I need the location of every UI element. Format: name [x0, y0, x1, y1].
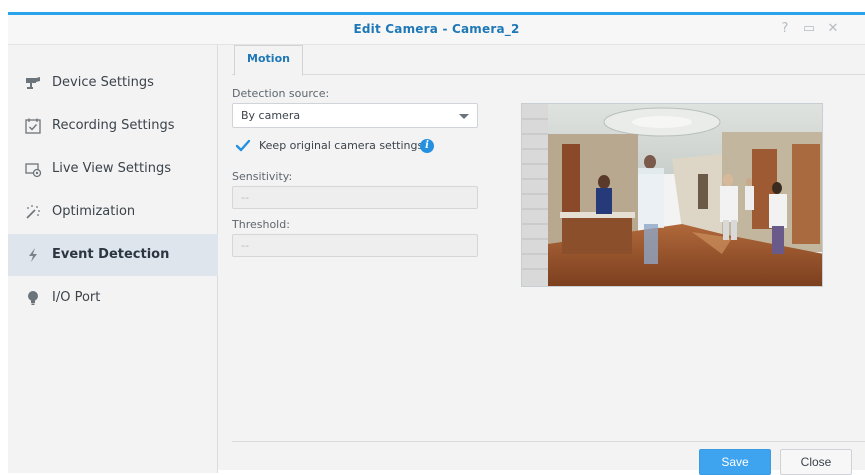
keep-original-checkbox[interactable]: [235, 139, 251, 153]
bulb-icon: [28, 291, 38, 305]
calendar-check-icon: [25, 118, 41, 134]
sidebar-item-event-detection[interactable]: Event Detection: [8, 234, 218, 276]
sidebar-item-label: Recording Settings: [52, 118, 175, 133]
lightning-icon: [29, 248, 37, 262]
save-button[interactable]: Save: [699, 449, 771, 475]
detection-source-value: By camera: [241, 109, 301, 122]
sensitivity-label: Sensitivity:: [232, 170, 293, 183]
sidebar-item-live-view-settings[interactable]: Live View Settings: [8, 148, 218, 190]
window-title: Edit Camera - Camera_2: [353, 22, 520, 36]
sidebar-item-label: Optimization: [52, 204, 136, 219]
sidebar: Device Settings Recording Settings Live …: [8, 45, 218, 473]
camera-preview-image: [522, 104, 822, 286]
sidebar-item-io-port[interactable]: I/O Port: [8, 277, 218, 319]
footer-divider: [232, 441, 865, 442]
title-bar: Edit Camera - Camera_2 ? ▭ ✕: [8, 15, 865, 45]
sidebar-item-optimization[interactable]: Optimization: [8, 191, 218, 233]
edit-camera-window: Edit Camera - Camera_2 ? ▭ ✕ Device Sett…: [8, 12, 865, 475]
threshold-label: Threshold:: [232, 218, 290, 231]
detection-source-select[interactable]: By camera: [232, 103, 478, 128]
magic-wand-icon: [26, 205, 40, 219]
sidebar-item-recording-settings[interactable]: Recording Settings: [8, 105, 218, 147]
sensitivity-value: --: [241, 191, 249, 204]
sidebar-item-label: Event Detection: [52, 247, 170, 262]
tab-bar: Motion: [232, 45, 865, 76]
sidebar-item-device-settings[interactable]: Device Settings: [8, 62, 218, 104]
live-view-icon: [25, 163, 42, 178]
close-button[interactable]: Close: [780, 449, 852, 475]
keep-original-label: Keep original camera settings: [259, 139, 424, 152]
detection-source-label: Detection source:: [232, 87, 330, 100]
threshold-input[interactable]: --: [232, 234, 478, 257]
sidebar-item-label: Device Settings: [52, 75, 154, 90]
sensitivity-input[interactable]: --: [232, 186, 478, 209]
help-icon[interactable]: ?: [778, 21, 792, 37]
sidebar-item-label: Live View Settings: [52, 161, 171, 176]
chevron-down-icon: [459, 114, 469, 119]
camera-preview: [521, 103, 823, 287]
maximize-icon[interactable]: ▭: [802, 21, 816, 37]
sidebar-item-label: I/O Port: [52, 290, 101, 305]
threshold-value: --: [241, 239, 249, 252]
tab-motion[interactable]: Motion: [234, 45, 303, 76]
camera-icon: [26, 77, 40, 89]
info-icon[interactable]: i: [420, 139, 434, 153]
close-icon[interactable]: ✕: [826, 21, 840, 37]
